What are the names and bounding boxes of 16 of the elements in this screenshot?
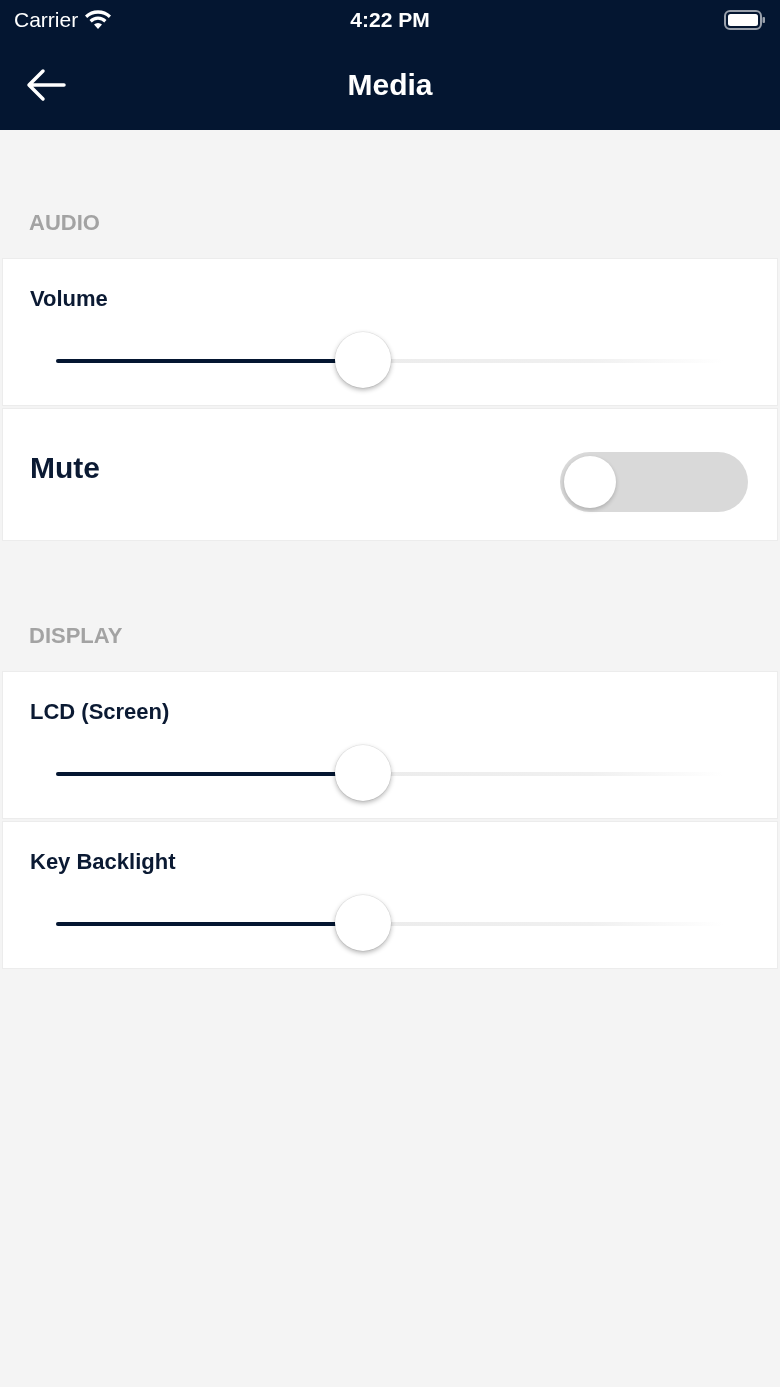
wifi-icon (84, 10, 113, 30)
slider-thumb[interactable] (335, 745, 392, 801)
slider-thumb[interactable] (335, 895, 392, 951)
setting-label: Volume (30, 287, 108, 311)
clock-time: 4:22 PM (350, 8, 430, 32)
carrier-name: Carrier (14, 8, 79, 32)
setting-label: Mute (30, 450, 100, 485)
section-header: DISPLAY (29, 623, 123, 649)
battery-icon (724, 10, 766, 30)
slider-thumb[interactable] (335, 332, 392, 388)
screen-title: Media (347, 68, 433, 102)
back-button[interactable] (26, 68, 66, 102)
back-arrow-icon (26, 68, 66, 102)
setting-label: LCD (Screen) (30, 700, 170, 724)
setting-label: Key Backlight (30, 850, 176, 874)
section-header: AUDIO (29, 210, 100, 236)
